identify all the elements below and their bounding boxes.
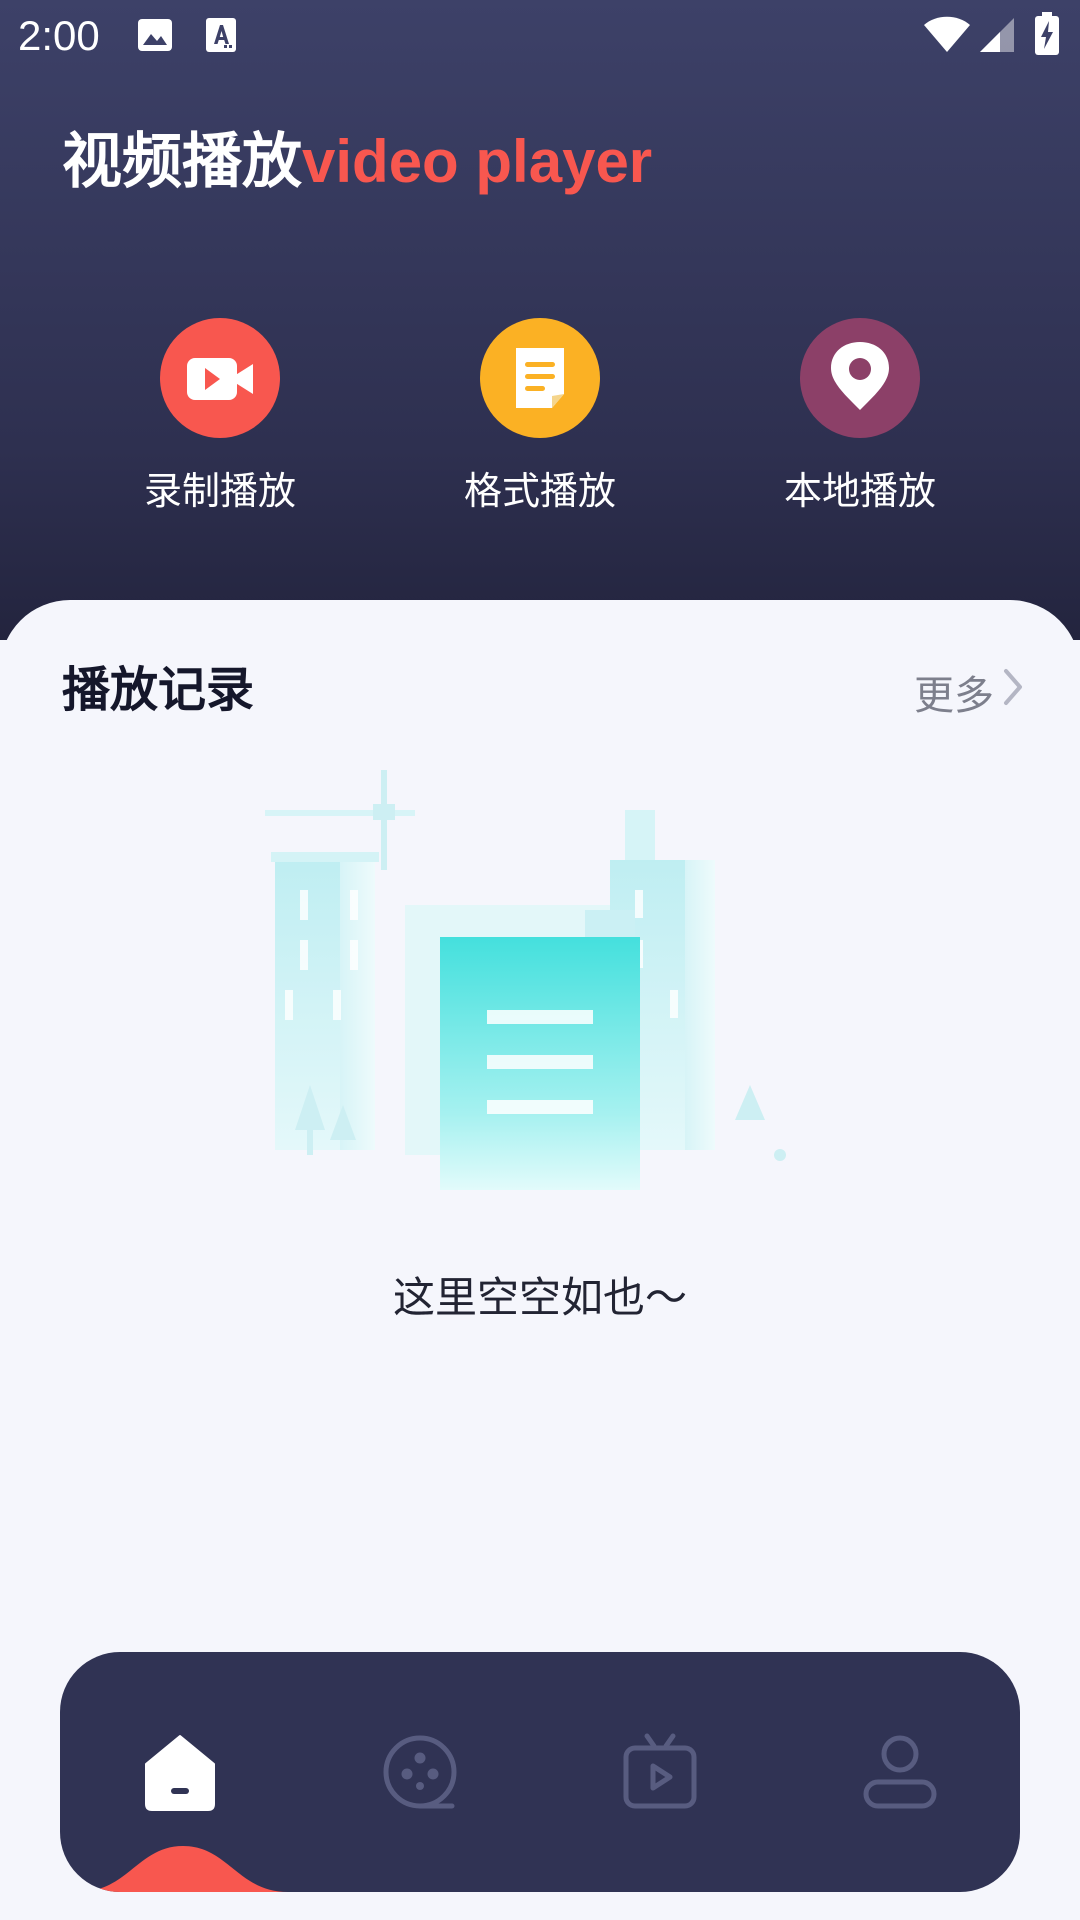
signal-icon xyxy=(978,16,1016,58)
more-link[interactable]: 更多 xyxy=(914,664,1024,720)
video-camera-icon xyxy=(160,318,280,438)
title-chinese: 视频播放 xyxy=(62,127,302,197)
feature-local-play-button[interactable]: 本地播放 xyxy=(740,318,980,528)
battery-charging-icon xyxy=(1034,12,1060,60)
image-icon xyxy=(136,16,174,58)
more-label: 更多 xyxy=(914,673,994,719)
empty-city-illustration xyxy=(265,770,815,1210)
feature-format-play-button[interactable]: 格式播放 xyxy=(420,318,660,528)
nav-item-profile[interactable] xyxy=(860,1732,940,1812)
status-time: 2:00 xyxy=(18,12,100,59)
feature-label: 录制播放 xyxy=(143,469,296,513)
user-icon xyxy=(863,1735,937,1809)
chevron-right-icon xyxy=(1002,667,1024,717)
home-icon xyxy=(145,1735,215,1811)
nav-item-film[interactable] xyxy=(380,1732,460,1812)
bottom-navigation xyxy=(60,1652,1020,1892)
active-tab-indicator xyxy=(78,1842,288,1892)
document-icon xyxy=(480,318,600,438)
tv-play-icon xyxy=(623,1733,697,1809)
empty-state-text: 这里空空如也～ xyxy=(392,1273,687,1322)
feature-label: 格式播放 xyxy=(463,469,616,513)
screen: 2:00 视频播放video player 录制播放 格式播放 本地播放 播放记… xyxy=(0,0,1080,1920)
page-title: 视频播放video player xyxy=(62,124,652,200)
wifi-icon xyxy=(922,14,972,58)
location-pin-icon xyxy=(800,318,920,438)
film-reel-icon xyxy=(383,1735,457,1809)
feature-label: 本地播放 xyxy=(783,469,936,513)
history-title: 播放记录 xyxy=(62,662,255,718)
nav-item-tv[interactable] xyxy=(620,1732,700,1812)
feature-record-play-button[interactable]: 录制播放 xyxy=(100,318,340,528)
title-english: video player xyxy=(302,128,653,195)
nav-item-home[interactable] xyxy=(140,1732,220,1812)
status-bar: 2:00 xyxy=(0,0,1080,72)
text-a-icon xyxy=(204,16,238,58)
